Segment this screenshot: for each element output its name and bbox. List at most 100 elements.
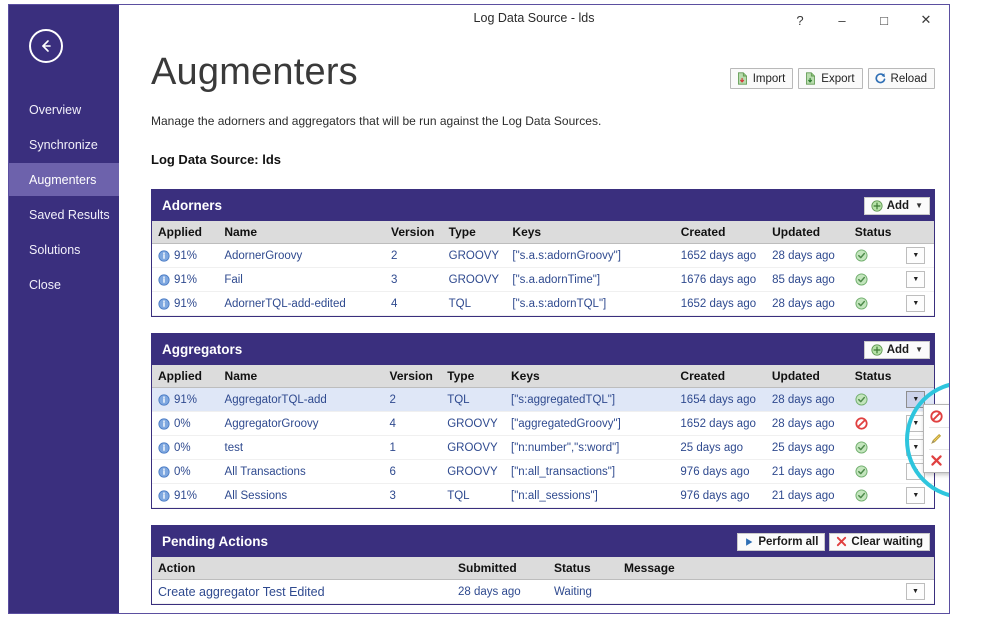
applied-info-icon	[158, 442, 170, 454]
chevron-down-icon: ▼	[912, 492, 919, 499]
column-header[interactable]: Name	[219, 365, 384, 388]
sidebar-item-saved-results[interactable]: Saved Results	[9, 198, 119, 231]
sidebar-item-solutions[interactable]: Solutions	[9, 233, 119, 266]
table-row[interactable]: 91%All Sessions3TQL["n:all_sessions"]976…	[152, 484, 934, 508]
row-menu-button[interactable]: ▼	[906, 295, 925, 312]
row-status	[849, 268, 901, 292]
table-row[interactable]: Create aggregator Test Edited28 days ago…	[152, 580, 934, 604]
adorners-add-button[interactable]: Add ▼	[864, 197, 930, 215]
row-menu-cell[interactable]: ▼	[900, 580, 934, 604]
table-row[interactable]: 91%AdornerTQL-add-edited4TQL["s.a.s:ador…	[152, 292, 934, 316]
column-header[interactable]: Keys	[505, 365, 674, 388]
minimize-button[interactable]: –	[821, 5, 863, 35]
applied-info-icon	[158, 250, 170, 262]
status-enabled-icon	[855, 393, 868, 406]
table-row[interactable]: 91%Fail3GROOVY["s.a.adornTime"]1676 days…	[152, 268, 934, 292]
column-header[interactable]: Message	[618, 557, 900, 580]
column-header[interactable]: Keys	[506, 221, 674, 244]
column-header[interactable]: Action	[152, 557, 452, 580]
aggregators-add-button[interactable]: Add ▼	[864, 341, 930, 359]
row-name: test	[219, 436, 384, 460]
column-header[interactable]	[900, 365, 934, 388]
row-created: 1652 days ago	[675, 244, 766, 268]
row-keys: ["n:all_sessions"]	[505, 484, 674, 508]
column-header[interactable]: Name	[218, 221, 385, 244]
row-keys: ["s.a.adornTime"]	[506, 268, 674, 292]
adorners-table: AppliedNameVersionTypeKeysCreatedUpdated…	[152, 221, 934, 316]
import-button[interactable]: Import	[730, 68, 794, 89]
table-header-row: AppliedNameVersionTypeKeysCreatedUpdated…	[152, 365, 934, 388]
sidebar-item-synchronize[interactable]: Synchronize	[9, 128, 119, 161]
column-header[interactable]: Updated	[766, 365, 849, 388]
table-row[interactable]: 0%test1GROOVY["n:number","s:word"]25 day…	[152, 436, 934, 460]
panels-container: Adorners Add ▼	[119, 189, 949, 605]
applied-cell: 0%	[152, 460, 219, 484]
sidebar-item-overview[interactable]: Overview	[9, 93, 119, 126]
row-created: 976 days ago	[674, 460, 765, 484]
row-menu-button[interactable]: ▼	[906, 271, 925, 288]
status-enabled-icon	[855, 273, 868, 286]
table-row[interactable]: 91%AdornerGroovy2GROOVY["s.a.s:adornGroo…	[152, 244, 934, 268]
row-menu-cell[interactable]: ▼	[900, 268, 934, 292]
close-button[interactable]: ✕	[905, 5, 947, 35]
row-menu-cell[interactable]: ▼	[900, 484, 934, 508]
column-header[interactable]: Created	[675, 221, 766, 244]
perform-all-button[interactable]: Perform all	[737, 533, 825, 551]
column-header[interactable]: Applied	[152, 365, 219, 388]
table-row[interactable]: 0%All Transactions6GROOVY["n:all_transac…	[152, 460, 934, 484]
sidebar-item-label: Overview	[29, 103, 81, 117]
applied-info-icon	[158, 274, 170, 286]
clear-x-icon	[836, 536, 847, 547]
column-header[interactable]	[900, 221, 934, 244]
row-menu-button[interactable]: ▼	[906, 247, 925, 264]
table-row[interactable]: 0%AggregatorGroovy4GROOVY["aggregatedGro…	[152, 412, 934, 436]
help-button[interactable]: ?	[779, 5, 821, 35]
reload-button[interactable]: Reload	[868, 68, 935, 89]
row-version: 2	[384, 388, 442, 412]
chevron-down-icon: ▼	[915, 345, 923, 354]
column-header[interactable]: Status	[849, 221, 901, 244]
pending-actions-panel: Pending Actions Perform all	[151, 525, 935, 605]
aggregators-panel-header: Aggregators Add ▼	[152, 334, 934, 365]
row-version: 4	[385, 292, 443, 316]
chevron-down-icon: ▼	[912, 396, 919, 403]
row-menu-button[interactable]: ▼	[906, 583, 925, 600]
row-status	[849, 484, 901, 508]
export-button[interactable]: Export	[798, 68, 862, 89]
context-menu-item-edit[interactable]: Edit	[924, 429, 949, 448]
row-keys: ["n:all_transactions"]	[505, 460, 674, 484]
row-menu-button[interactable]: ▼	[906, 487, 925, 504]
sidebar-item-close[interactable]: Close	[9, 268, 119, 301]
maximize-button[interactable]: □	[863, 5, 905, 35]
row-context-menu[interactable]: Disable Edit Delete	[923, 404, 949, 473]
column-header[interactable]: Version	[385, 221, 443, 244]
clear-waiting-button[interactable]: Clear waiting	[829, 533, 930, 551]
sidebar-item-augmenters[interactable]: Augmenters	[9, 163, 119, 196]
column-header[interactable]: Created	[674, 365, 765, 388]
back-button[interactable]	[29, 29, 63, 63]
column-header[interactable]	[900, 557, 934, 580]
column-header[interactable]: Type	[441, 365, 505, 388]
column-header[interactable]: Version	[384, 365, 442, 388]
row-version: 6	[384, 460, 442, 484]
column-header[interactable]: Applied	[152, 221, 218, 244]
row-keys: ["s.a.s:adornGroovy"]	[506, 244, 674, 268]
context-menu-item-disable[interactable]: Disable	[924, 407, 949, 426]
pending-actions-title: Pending Actions	[162, 534, 268, 549]
row-menu-cell[interactable]: ▼	[900, 292, 934, 316]
pending-status: Waiting	[548, 580, 618, 604]
status-enabled-icon	[855, 489, 868, 502]
row-version: 3	[385, 268, 443, 292]
sidebar-item-label: Saved Results	[29, 208, 110, 222]
column-header[interactable]: Status	[548, 557, 618, 580]
table-header-row: AppliedNameVersionTypeKeysCreatedUpdated…	[152, 221, 934, 244]
column-header[interactable]: Updated	[766, 221, 849, 244]
row-menu-cell[interactable]: ▼	[900, 244, 934, 268]
context-menu-item-delete[interactable]: Delete	[924, 451, 949, 470]
column-header[interactable]: Type	[443, 221, 507, 244]
sidebar-item-label: Close	[29, 278, 61, 292]
column-header[interactable]: Submitted	[452, 557, 548, 580]
table-row[interactable]: 91%AggregatorTQL-add2TQL["s:aggregatedTQ…	[152, 388, 934, 412]
column-header[interactable]: Status	[849, 365, 901, 388]
play-icon	[744, 537, 754, 547]
